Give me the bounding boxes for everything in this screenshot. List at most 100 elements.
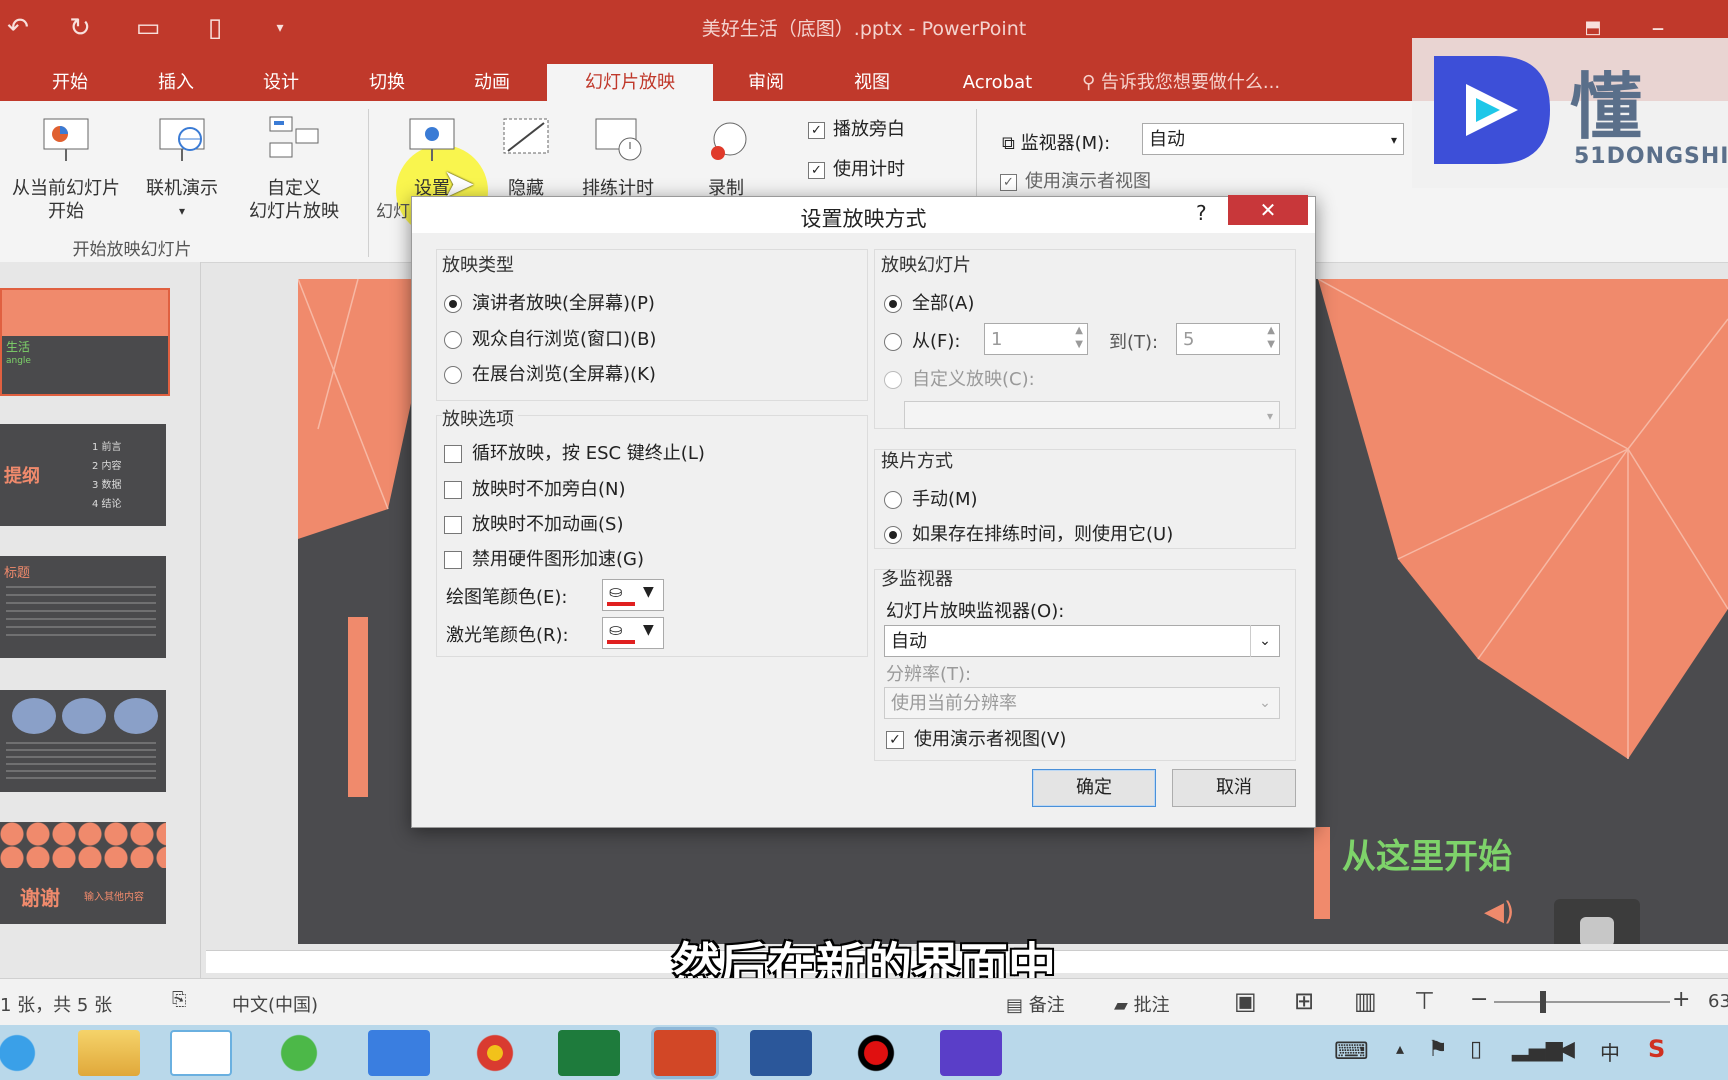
tab-slideshow[interactable]: 幻灯片放映 [547, 64, 713, 101]
notes-button[interactable]: ▤ 备注 [1006, 991, 1065, 1017]
signal-icon[interactable]: ▂▄▆ [1512, 1037, 1563, 1062]
normal-view-icon[interactable]: ▣ [1234, 987, 1257, 1015]
volume-icon[interactable]: ◀ [1558, 1037, 1575, 1062]
file-explorer-icon[interactable] [78, 1030, 140, 1076]
sogou-icon[interactable]: S [1648, 1035, 1665, 1063]
thumbnail-1[interactable]: 生活 angle [0, 288, 170, 396]
keyboard-icon[interactable]: ⌨ [1334, 1037, 1369, 1065]
thumbnail-3[interactable]: 标题 [0, 556, 166, 658]
to-slide-input[interactable]: 5 ▲ ▼ [1176, 323, 1280, 355]
record-button[interactable]: 录制 [682, 115, 770, 200]
no-animation-checkbox[interactable]: 放映时不加动画(S) [444, 510, 623, 536]
radio-browsed-window[interactable]: 观众自行浏览(窗口)(B) [444, 325, 656, 351]
radio-kiosk[interactable]: 在展台浏览(全屏幕)(K) [444, 360, 656, 386]
outline-item: 3 数据 [92, 480, 122, 491]
from-slide-input[interactable]: 1 ▲ ▼ [984, 323, 1088, 355]
checkbox-checked: ✓ [886, 731, 904, 749]
battery-icon[interactable]: ▯ [1470, 1037, 1482, 1062]
cloud-app-icon[interactable] [170, 1030, 232, 1076]
hide-slide-button[interactable]: 隐藏 [486, 115, 566, 200]
tab-review[interactable]: 审阅 [726, 64, 806, 101]
chevron-down-icon: ▾ [1266, 409, 1273, 423]
radio-manual[interactable]: 手动(M) [884, 485, 978, 511]
use-timings-checkbox[interactable]: ✓ 使用计时 [808, 155, 905, 181]
radio-from[interactable]: 从(F): [884, 327, 960, 353]
presenter-view-checkbox-ribbon[interactable]: ✓ 使用演示者视图 [1000, 167, 1151, 193]
comments-label: 批注 [1133, 995, 1170, 1016]
from-current-slide-button[interactable]: 从当前幻灯片 开始 [0, 115, 132, 223]
ok-button[interactable]: 确定 [1032, 769, 1156, 807]
presenter-view-checkbox[interactable]: ✓ 使用演示者视图(V) [886, 725, 1066, 751]
rehearse-button[interactable]: 排练计时 [568, 115, 668, 200]
word-icon[interactable] [750, 1030, 812, 1076]
custom-show-icon [269, 116, 319, 158]
advance-label: 换片方式 [881, 451, 953, 472]
monitor-dropdown[interactable]: 自动 ▾ [1142, 123, 1404, 155]
monitor-value: 自动 [1149, 129, 1185, 150]
recorder-icon[interactable] [845, 1030, 907, 1076]
ie-icon[interactable] [0, 1030, 48, 1076]
close-icon[interactable]: ✕ [1228, 195, 1308, 225]
thumb-text-lines [6, 586, 156, 642]
cancel-button[interactable]: 取消 [1172, 769, 1296, 807]
excel-icon[interactable] [558, 1030, 620, 1076]
comments-button[interactable]: ▰ 批注 [1114, 991, 1170, 1017]
settings-gear-icon[interactable] [940, 1030, 1002, 1076]
chrome-icon[interactable] [464, 1030, 526, 1076]
zoom-level[interactable]: 63 [1708, 991, 1728, 1012]
zoom-slider[interactable] [1494, 1001, 1670, 1003]
resolution-dropdown[interactable]: 使用当前分辨率 ⌄ [884, 687, 1280, 719]
tell-me-box[interactable]: ⚲ 告诉我您想要做什么... [1082, 64, 1342, 101]
tab-transitions[interactable]: 切换 [347, 64, 427, 101]
browser-e-icon[interactable] [268, 1030, 330, 1076]
play-narration-checkbox[interactable]: ✓ 播放旁白 [808, 115, 905, 141]
radio-use-timings[interactable]: 如果存在排练时间，则使用它(U) [884, 520, 1173, 546]
tab-design[interactable]: 设计 [241, 64, 321, 101]
tab-view[interactable]: 视图 [832, 64, 912, 101]
zoom-thumb[interactable] [1540, 991, 1546, 1013]
powerpoint-icon[interactable] [654, 1030, 716, 1076]
radio-custom-show[interactable]: 自定义放映(C): [884, 365, 1035, 391]
flag-icon[interactable]: ⚑ [1428, 1037, 1448, 1062]
tab-home[interactable]: 开始 [30, 64, 110, 101]
tray-chevron-icon[interactable]: ▴ [1396, 1039, 1404, 1058]
online-present-button[interactable]: 联机演示 ▾ [134, 115, 230, 223]
pen-color-picker[interactable]: ⛀ ▼ [602, 579, 664, 611]
tab-insert[interactable]: 插入 [136, 64, 216, 101]
show-slides-label: 放映幻灯片 [881, 255, 971, 276]
custom-show-dropdown[interactable]: ▾ [904, 401, 1280, 429]
ime-icon[interactable]: 中 [1600, 1037, 1620, 1066]
laser-color-picker[interactable]: ⛀ ▼ [602, 617, 664, 649]
chevron-down-icon: ▼ [643, 622, 654, 638]
slideshow-view-icon[interactable]: ⊤ [1414, 987, 1435, 1015]
thumbnail-2[interactable]: 提纲 1 前言 2 内容 3 数据 4 结论 [0, 424, 166, 526]
help-icon[interactable]: ? [1196, 201, 1207, 225]
thumb-deco [2, 290, 168, 336]
disable-hw-accel-checkbox[interactable]: 禁用硬件图形加速(G) [444, 545, 644, 571]
tab-acrobat[interactable]: Acrobat [945, 64, 1050, 101]
slide-sorter-icon[interactable]: ⊞ [1294, 987, 1314, 1015]
zoom-out-icon[interactable]: − [1470, 987, 1488, 1012]
zoom-in-icon[interactable]: + [1672, 987, 1690, 1012]
show-type-label: 放映类型 [442, 255, 514, 276]
radio-label: 从(F): [912, 331, 961, 352]
spell-check-icon[interactable]: ⎘ [172, 989, 186, 1010]
pen-color-swatch [607, 602, 635, 606]
no-narration-checkbox[interactable]: 放映时不加旁白(N) [444, 475, 626, 501]
comment-icon: ▰ [1114, 995, 1134, 1016]
radio-all-slides[interactable]: 全部(A) [884, 289, 974, 315]
tab-animations[interactable]: 动画 [452, 64, 532, 101]
thumbnail-4[interactable] [0, 690, 166, 792]
outline-item: 2 内容 [92, 461, 122, 472]
custom-slideshow-button[interactable]: 自定义 幻灯片放映 [232, 115, 356, 223]
language-status[interactable]: 中文(中国) [232, 991, 318, 1017]
loop-checkbox[interactable]: 循环放映，按 ESC 键终止(L) [444, 439, 705, 465]
slideshow-monitor-dropdown[interactable]: 自动 ⌄ [884, 625, 1280, 657]
wps-icon[interactable] [368, 1030, 430, 1076]
reading-view-icon[interactable]: ▥ [1354, 987, 1377, 1015]
radio-presenter[interactable]: 演讲者放映(全屏幕)(P) [444, 289, 655, 315]
chevron-down-icon: ▼ [643, 584, 654, 600]
thumb-photo [62, 698, 106, 734]
radio-unselected [444, 366, 462, 384]
thumbnail-5[interactable]: 谢谢 输入其他内容 [0, 822, 166, 924]
